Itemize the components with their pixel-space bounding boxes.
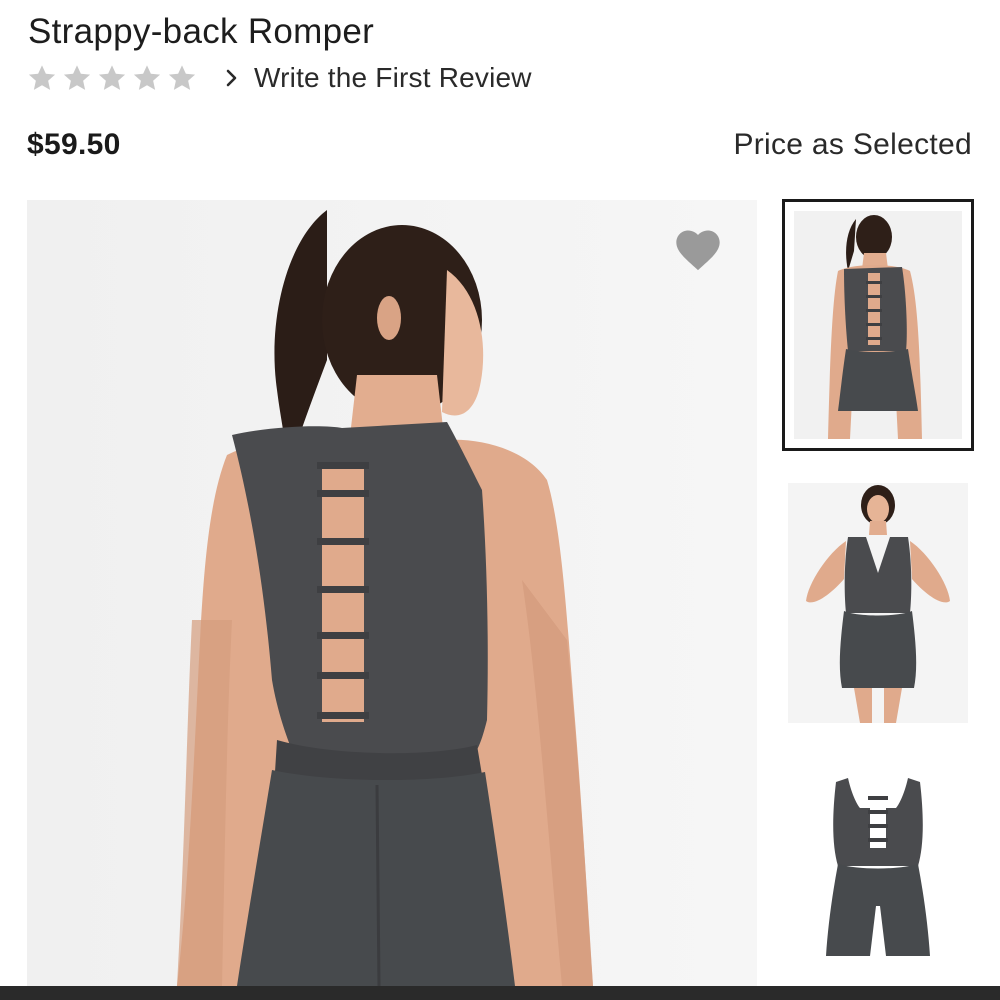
product-title: Strappy-back Romper — [28, 12, 375, 51]
star-icon — [96, 62, 128, 94]
write-review-label: Write the First Review — [254, 62, 532, 93]
thumbnail-front-view[interactable] — [788, 483, 968, 723]
bottom-bar — [0, 986, 1000, 1000]
rating-row: Write the First Review — [26, 58, 532, 98]
star-icon — [26, 62, 58, 94]
price-note: Price as Selected — [733, 128, 972, 161]
star-rating[interactable] — [26, 62, 198, 94]
thumbnail-flat-view[interactable] — [788, 756, 968, 976]
star-icon — [166, 62, 198, 94]
product-price: $59.50 — [27, 128, 121, 161]
chevron-right-icon — [224, 66, 240, 90]
star-icon — [61, 62, 93, 94]
write-review-link[interactable]: Write the First Review — [224, 62, 532, 94]
heart-icon[interactable] — [672, 224, 724, 276]
star-icon — [131, 62, 163, 94]
thumbnail-back-view[interactable] — [782, 199, 974, 451]
main-product-image[interactable] — [27, 200, 757, 986]
